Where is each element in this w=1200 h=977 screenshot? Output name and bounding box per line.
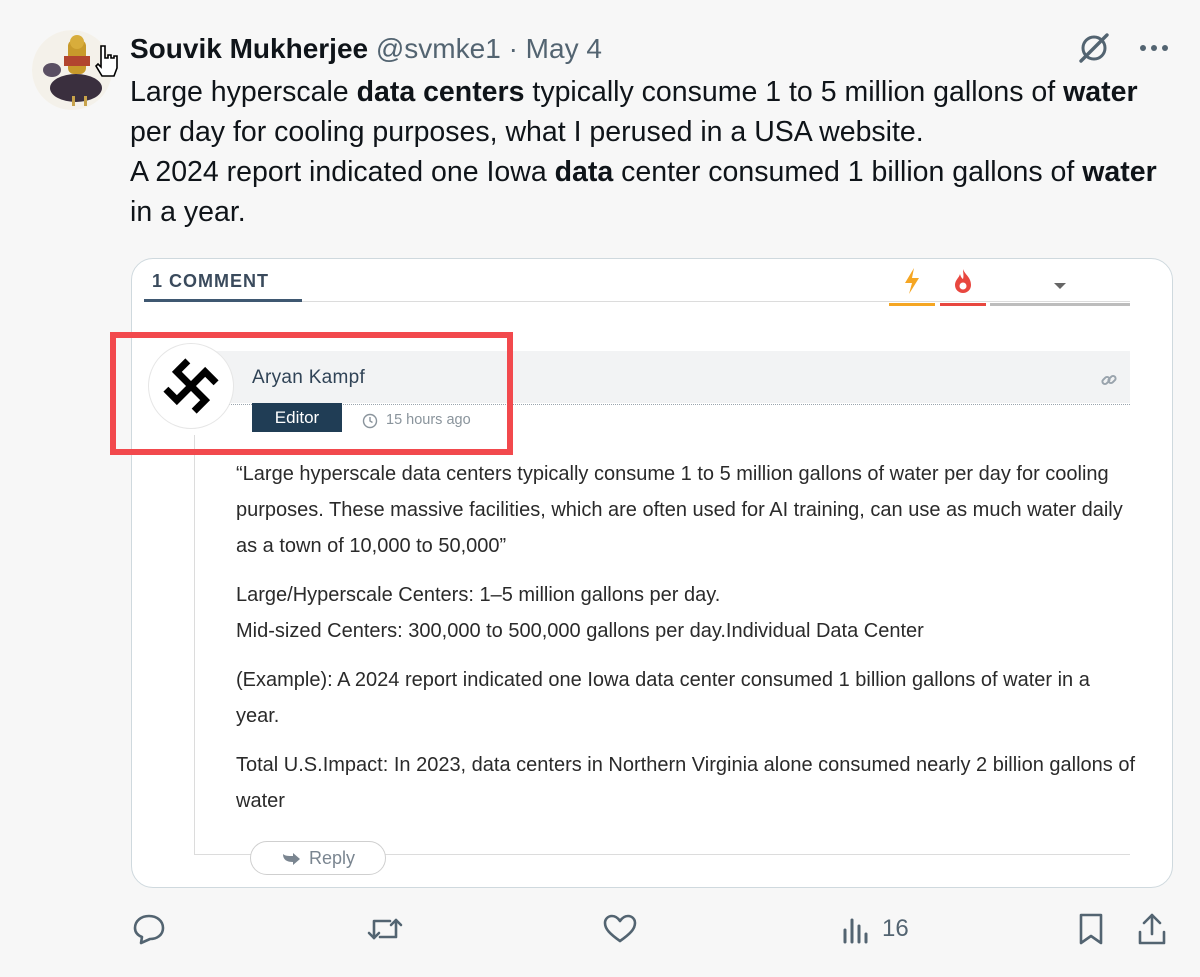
- thread-line: [194, 435, 195, 855]
- sort-dropdown[interactable]: [990, 267, 1130, 306]
- grok-icon[interactable]: [1076, 30, 1112, 66]
- author-name[interactable]: Souvik Mukherjee: [130, 33, 368, 64]
- tweet-text-segment: A 2024 report indicated one Iowa: [130, 156, 555, 188]
- repost-icon: [367, 918, 403, 940]
- reply-arrow-icon: [282, 853, 300, 865]
- tab-bolt[interactable]: [889, 267, 935, 306]
- like-action[interactable]: [602, 912, 638, 946]
- more-icon[interactable]: [1138, 43, 1170, 53]
- views-action[interactable]: 16: [840, 912, 909, 946]
- bolt-icon: [905, 268, 919, 294]
- author-handle[interactable]: @svmke1: [376, 33, 501, 64]
- comments-count[interactable]: 1 COMMENT: [152, 271, 269, 292]
- reply-action[interactable]: [132, 912, 166, 946]
- share-icon: [1138, 913, 1166, 945]
- tweet-text: Large hyperscale data centers typically …: [130, 72, 1180, 232]
- reply-label: Reply: [308, 847, 356, 868]
- heart-icon: [603, 914, 637, 943]
- flame-icon: [955, 269, 971, 293]
- comment-paragraph-quote: “Large hyperscale data centers typically…: [236, 463, 1123, 557]
- caret-down-icon: [1054, 283, 1066, 289]
- views-icon: [843, 918, 868, 944]
- comment-paragraph-mid: Mid-sized Centers: 300,000 to 500,000 ga…: [236, 620, 924, 642]
- tweet-action-bar: 16: [0, 912, 1200, 958]
- tweet-text-segment: center consumed 1 billion gallons of: [613, 156, 1083, 188]
- comment-body: “Large hyperscale data centers typically…: [236, 456, 1136, 832]
- meta-separator: ·: [508, 33, 518, 64]
- repost-action[interactable]: [366, 912, 404, 946]
- tab-fire[interactable]: [940, 267, 986, 306]
- tweet-text-bold: data: [554, 156, 614, 188]
- comment-paragraph-large: Large/Hyperscale Centers: 1–5 million ga…: [236, 584, 721, 606]
- comment-paragraph-example: (Example): A 2024 report indicated one I…: [236, 669, 1090, 727]
- bookmark-icon: [1079, 913, 1103, 945]
- comment-paragraph-total: Total U.S.Impact: In 2023, data centers …: [236, 754, 1136, 812]
- share-action[interactable]: [1136, 912, 1168, 946]
- tweet-date[interactable]: May 4: [526, 33, 602, 64]
- tweet-text-segment: typically consume 1 to 5 million gallons…: [524, 76, 1064, 108]
- permalink-icon[interactable]: [1100, 371, 1118, 389]
- tweet-text-bold: water: [1082, 156, 1157, 188]
- comments-tab-underline: [144, 299, 302, 302]
- tweet-top-actions: [1076, 30, 1170, 66]
- highlight-box: [110, 332, 513, 455]
- tweet-text-segment: per day for cooling purposes, what I per…: [130, 116, 924, 148]
- bookmark-action[interactable]: [1076, 912, 1106, 946]
- reply-button[interactable]: Reply: [250, 841, 386, 875]
- comment-icon: [133, 914, 165, 945]
- tweet-text-segment: Large hyperscale: [130, 76, 357, 108]
- tweet-text-segment: in a year.: [130, 196, 246, 228]
- tweet-text-bold: data centers: [356, 76, 525, 108]
- tweet-header: Souvik Mukherjee @svmke1 · May 4: [130, 32, 602, 66]
- hand-cursor-icon: [94, 45, 118, 77]
- views-count: 16: [882, 915, 909, 942]
- tweet-text-bold: water: [1063, 76, 1138, 108]
